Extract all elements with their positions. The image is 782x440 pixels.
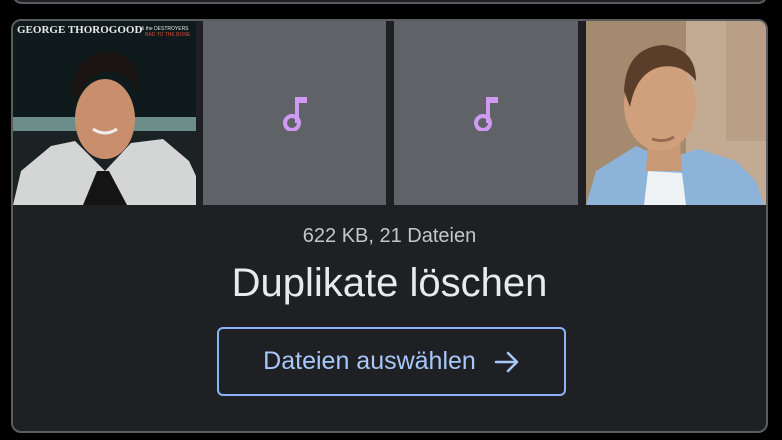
audio-file-thumbnail[interactable] <box>394 21 578 205</box>
card-title: Duplikate löschen <box>231 261 548 305</box>
arrow-right-icon <box>494 351 519 372</box>
audio-file-thumbnail[interactable] <box>203 21 386 205</box>
album-title-text: BAD TO THE BONE <box>145 32 191 38</box>
portrait-thumbnail[interactable] <box>586 21 766 205</box>
select-files-label: Dateien auswählen <box>263 347 476 375</box>
previous-card-edge <box>12 0 768 4</box>
music-note-icon <box>474 97 498 131</box>
album-cover-thumbnail[interactable]: GEORGE THOROGOOD & the DESTROYERS BAD TO… <box>13 21 196 205</box>
file-summary: 622 KB, 21 Dateien <box>302 225 477 247</box>
thumbnail-row: GEORGE THOROGOOD & the DESTROYERS BAD TO… <box>13 21 766 205</box>
select-files-button[interactable]: Dateien auswählen <box>217 327 566 396</box>
portrait-image <box>586 21 766 205</box>
album-cover-image: GEORGE THOROGOOD & the DESTROYERS BAD TO… <box>13 21 196 205</box>
album-artist-text: GEORGE THOROGOOD <box>17 24 142 36</box>
duplicates-card: GEORGE THOROGOOD & the DESTROYERS BAD TO… <box>11 19 768 433</box>
music-note-icon <box>282 97 307 131</box>
